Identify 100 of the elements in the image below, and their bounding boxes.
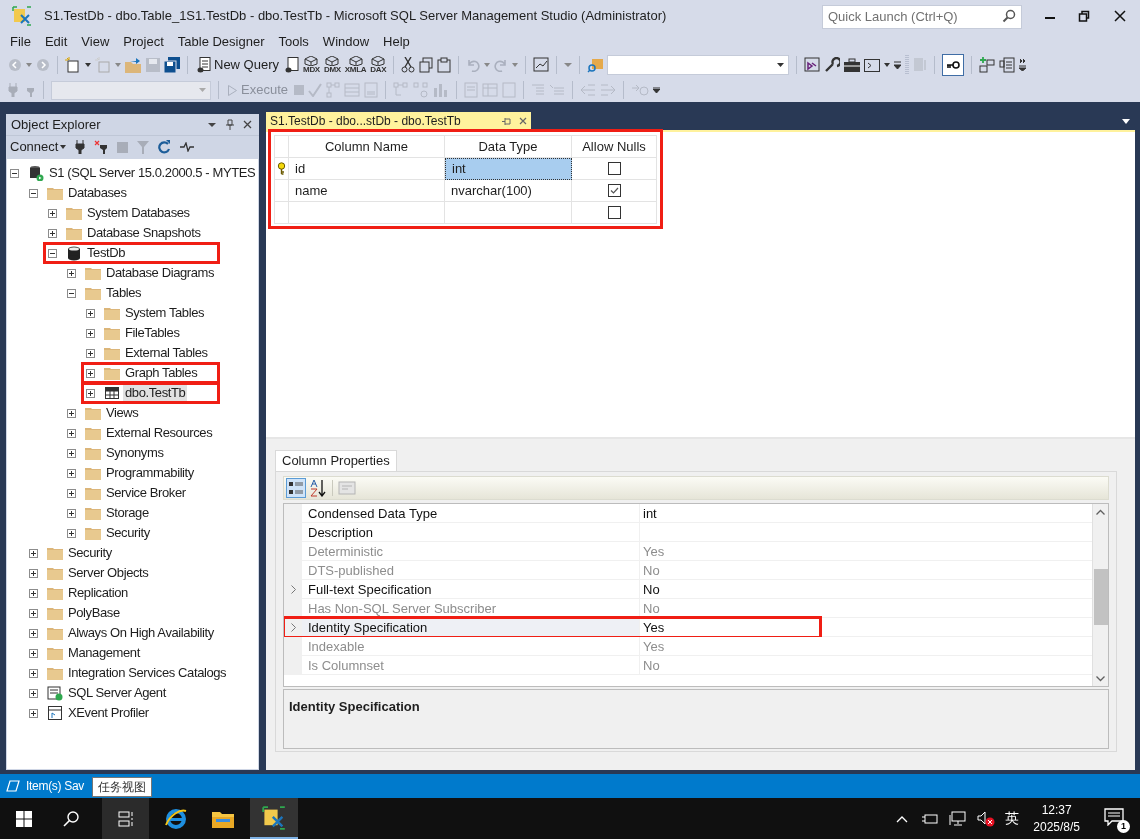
activity-icon[interactable] <box>180 142 195 152</box>
paste-icon[interactable] <box>437 57 452 73</box>
expand-icon[interactable] <box>67 268 76 278</box>
caret-icon[interactable] <box>884 63 891 67</box>
pin-icon[interactable] <box>502 116 511 126</box>
menu-item[interactable]: Edit <box>37 32 75 52</box>
clock-time[interactable]: 12:37 <box>1041 801 1072 819</box>
task-view-button[interactable] <box>102 798 149 839</box>
pin-icon[interactable] <box>226 119 234 130</box>
clock-date[interactable]: 2025/8/5 <box>1033 818 1080 836</box>
disconnect-icon[interactable] <box>94 140 109 154</box>
expand-icon[interactable] <box>29 568 38 578</box>
table-cell[interactable]: nvarchar(100) <box>445 180 572 202</box>
expand-icon[interactable] <box>29 548 38 558</box>
save-all-icon[interactable] <box>164 57 180 73</box>
tree-item[interactable]: Security <box>66 544 114 562</box>
copy-icon[interactable] <box>419 57 434 73</box>
categorized-icon[interactable] <box>286 478 306 498</box>
search-icon[interactable] <box>63 810 79 827</box>
expand-icon[interactable] <box>86 368 95 378</box>
indexes-icon[interactable] <box>999 57 1016 73</box>
table-cell[interactable] <box>445 202 572 224</box>
tree-item[interactable]: Storage <box>104 504 151 522</box>
expand-icon[interactable] <box>29 628 38 638</box>
tree-item[interactable]: Always On High Availability <box>66 624 216 642</box>
property-name[interactable]: Condensed Data Type <box>302 504 640 523</box>
power-icon[interactable] <box>921 811 940 826</box>
collapse-icon[interactable] <box>48 248 57 258</box>
overflow-icon[interactable] <box>1019 59 1027 71</box>
menu-item[interactable]: Window <box>315 32 377 52</box>
tree-item[interactable]: XEvent Profiler <box>66 704 151 722</box>
windows-logo-icon[interactable] <box>16 810 32 827</box>
column-header[interactable]: Column Name <box>289 136 445 158</box>
collapse-icon[interactable] <box>10 168 19 178</box>
new-project-icon[interactable] <box>65 57 81 73</box>
tree-item[interactable]: Database Diagrams <box>104 264 217 282</box>
open-folder-icon[interactable] <box>125 57 142 73</box>
table-cell[interactable]: id <box>289 158 445 180</box>
document-tab[interactable]: S1.TestDb - dbo...stDb - dbo.TestTb <box>266 112 531 130</box>
column-header[interactable]: Allow Nulls <box>572 136 657 158</box>
quick-launch-field[interactable]: Quick Launch (Ctrl+Q) <box>822 4 1022 29</box>
checkbox[interactable] <box>607 206 621 219</box>
expand-icon[interactable] <box>29 648 38 658</box>
chevron-up-icon[interactable] <box>896 814 909 823</box>
tree-item[interactable]: SQL Server Agent <box>66 684 168 702</box>
expand-icon[interactable] <box>29 668 38 678</box>
tree-item[interactable]: Views <box>104 404 141 422</box>
checkbox[interactable] <box>607 162 621 175</box>
dropdown-icon[interactable] <box>208 121 216 128</box>
tree-item[interactable]: Integration Services Catalogs <box>66 664 229 682</box>
query-type-button[interactable]: DMX <box>323 56 341 74</box>
expand-icon[interactable] <box>29 588 38 598</box>
primary-key-button[interactable] <box>942 54 965 76</box>
tree-item[interactable]: FileTables <box>123 324 182 342</box>
expand-icon[interactable] <box>67 408 76 418</box>
column-header[interactable]: Data Type <box>445 136 572 158</box>
row-selector[interactable] <box>275 158 289 180</box>
collapse-icon[interactable] <box>29 188 38 198</box>
expand-icon[interactable] <box>48 228 57 238</box>
connect-button[interactable]: Connect <box>10 137 67 157</box>
browser-icon[interactable] <box>164 806 188 831</box>
find-in-files-icon[interactable] <box>587 57 604 73</box>
tree-item[interactable]: Tables <box>104 284 144 302</box>
property-name[interactable]: Description <box>302 523 640 542</box>
scroll-up-icon[interactable] <box>1096 509 1105 515</box>
dropdown-icon[interactable] <box>1122 119 1130 124</box>
expand-icon[interactable] <box>67 528 76 538</box>
checkbox[interactable] <box>607 184 621 197</box>
chevron-right-icon[interactable] <box>290 585 296 594</box>
database-query-icon[interactable] <box>285 57 300 73</box>
tree-item[interactable]: Synonyms <box>104 444 166 462</box>
close-icon[interactable] <box>243 120 252 129</box>
collapse-icon[interactable] <box>67 288 76 298</box>
tree-item[interactable]: External Tables <box>123 344 210 362</box>
volume-muted-icon[interactable] <box>977 810 996 827</box>
expand-icon[interactable] <box>67 428 76 438</box>
expand-icon[interactable] <box>86 348 95 358</box>
table-cell[interactable]: int <box>445 158 572 180</box>
menu-item[interactable]: Project <box>116 32 171 52</box>
toolbox-icon[interactable] <box>844 58 861 72</box>
property-name[interactable]: Full-text Specification <box>302 580 640 599</box>
tree-item[interactable]: S1 (SQL Server 15.0.2000.5 - MYTES <box>47 164 258 182</box>
menu-item[interactable]: Help <box>376 32 417 52</box>
close-icon[interactable] <box>1114 10 1126 22</box>
tree-item[interactable]: System Tables <box>123 304 207 322</box>
relationships-icon[interactable] <box>979 57 996 73</box>
tree-item[interactable]: Database Snapshots <box>85 224 203 242</box>
query-type-button[interactable]: MDX <box>303 56 320 74</box>
expand-icon[interactable] <box>67 508 76 518</box>
menu-item[interactable]: View <box>74 32 117 52</box>
expand-icon[interactable] <box>29 688 38 698</box>
expand-icon[interactable] <box>86 308 95 318</box>
tree-item[interactable]: Server Objects <box>66 564 151 582</box>
tree-item[interactable]: External Resources <box>104 424 215 442</box>
overflow-icon[interactable] <box>894 61 902 69</box>
tree-item[interactable]: PolyBase <box>66 604 122 622</box>
network-icon[interactable] <box>949 810 968 827</box>
tree-item[interactable]: Replication <box>66 584 130 602</box>
expand-icon[interactable] <box>29 608 38 618</box>
expand-icon[interactable] <box>48 208 57 218</box>
